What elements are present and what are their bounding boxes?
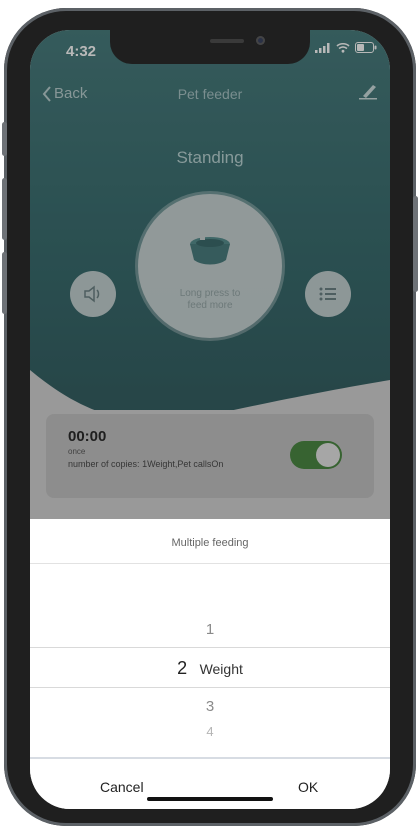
- cancel-button[interactable]: Cancel: [100, 779, 144, 795]
- picker-option[interactable]: 3: [30, 698, 390, 715]
- notch: [110, 30, 310, 64]
- power-button: [413, 196, 418, 292]
- sheet-title: Multiple feeding: [171, 537, 249, 549]
- mute-switch: [2, 122, 7, 156]
- picker-selection-bottom: [30, 687, 390, 688]
- multiple-feeding-sheet: Multiple feeding 1 2 Weight 3 4 Cancel O…: [30, 519, 390, 809]
- sheet-footer-divider: [30, 757, 390, 759]
- picker-option[interactable]: 4: [30, 724, 390, 738]
- speaker-grille: [210, 39, 244, 43]
- picker-selected-option[interactable]: 2 Weight: [30, 658, 390, 679]
- phone-screen: 4:32 Back Pet feeder Standing Long press…: [30, 30, 390, 809]
- home-indicator[interactable]: [147, 797, 273, 801]
- front-camera: [256, 36, 265, 45]
- picker-option[interactable]: 1: [30, 621, 390, 638]
- volume-down-button: [2, 252, 7, 314]
- picker-selection-top: [30, 647, 390, 648]
- volume-up-button: [2, 178, 7, 240]
- ok-button[interactable]: OK: [298, 779, 318, 795]
- sheet-divider: [30, 563, 390, 564]
